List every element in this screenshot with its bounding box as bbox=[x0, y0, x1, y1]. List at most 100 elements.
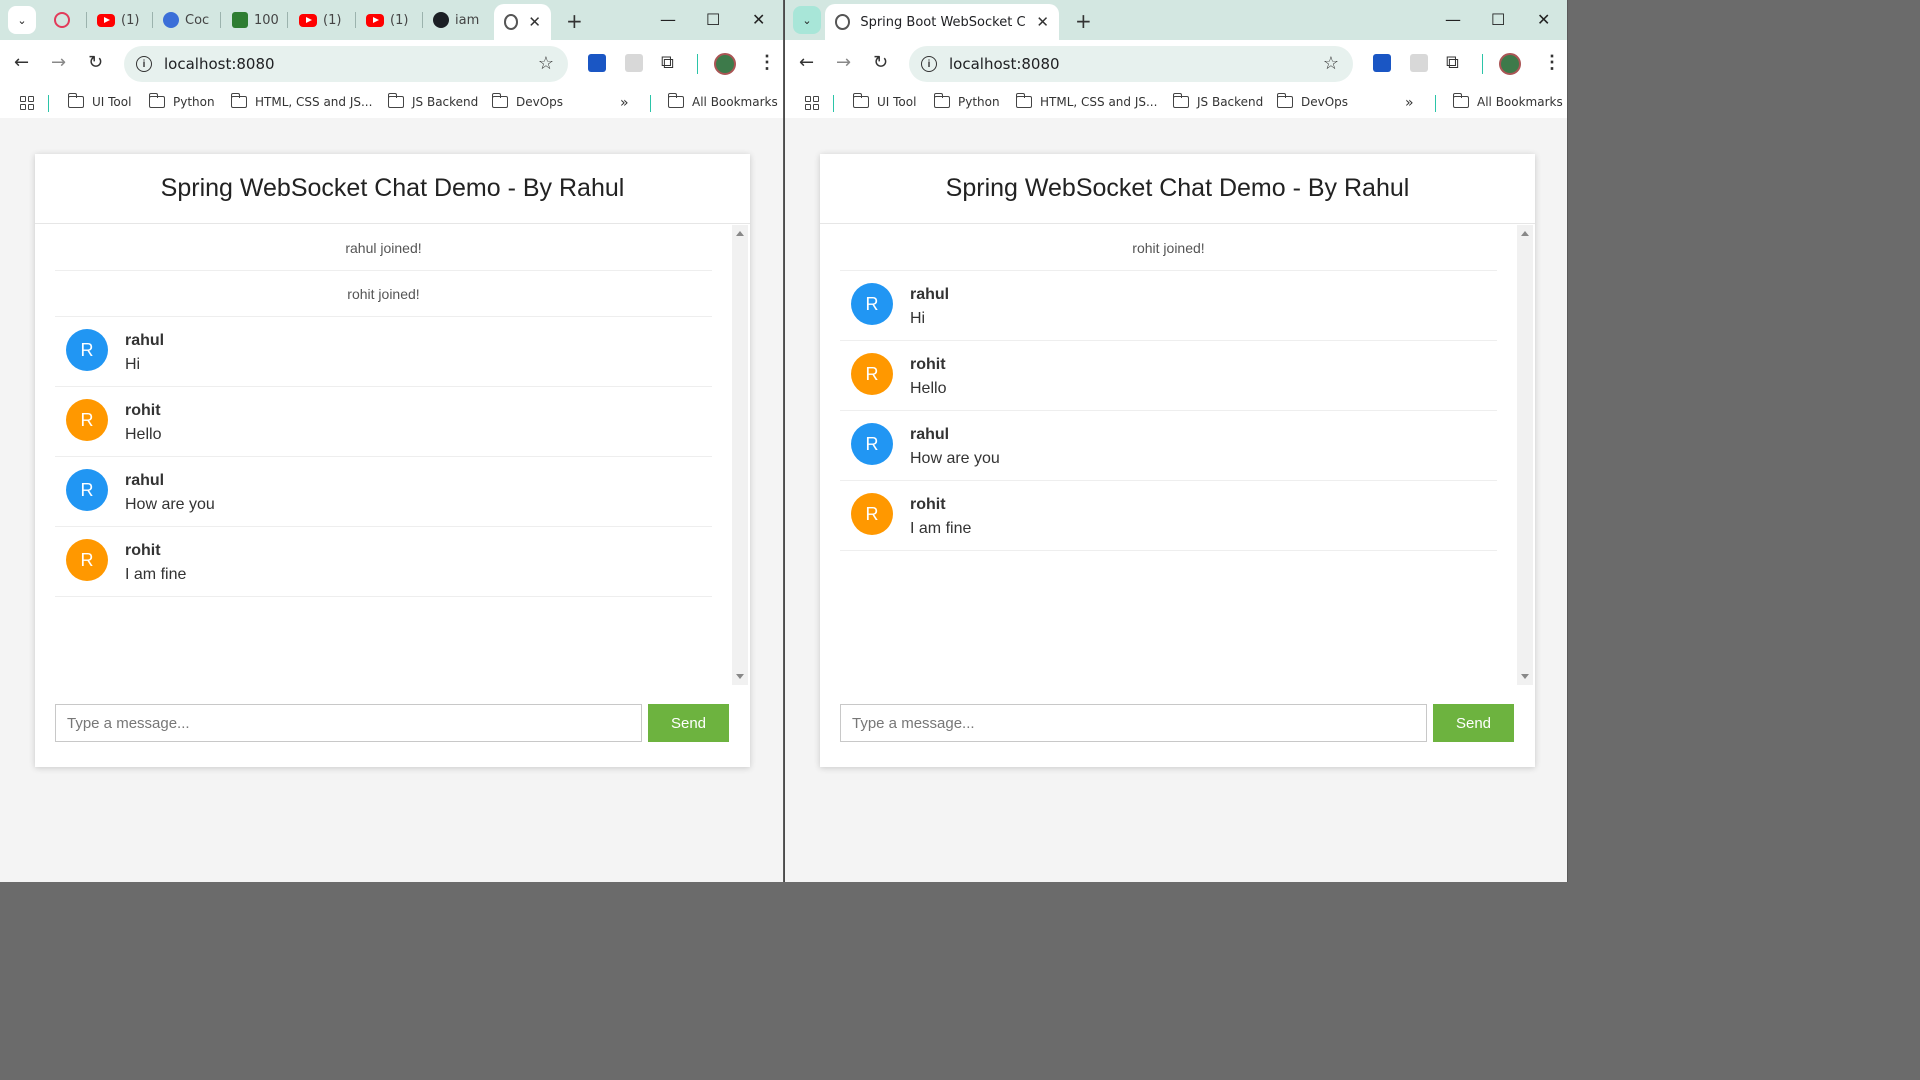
scroll-up-icon[interactable] bbox=[736, 231, 744, 236]
message-text: I am fine bbox=[910, 520, 972, 537]
message-list: rahul joined! rohit joined! R rahul Hi R… bbox=[55, 225, 712, 597]
scroll-down-icon[interactable] bbox=[1521, 674, 1529, 679]
all-bookmarks[interactable]: All Bookmarks bbox=[667, 93, 778, 109]
tab-pinterest[interactable] bbox=[54, 8, 70, 32]
message-input[interactable] bbox=[55, 704, 642, 742]
chat-header: Spring WebSocket Chat Demo - By Rahul bbox=[820, 154, 1535, 224]
maximize-icon[interactable]: ☐ bbox=[706, 10, 720, 29]
message-sender: rahul bbox=[125, 472, 165, 489]
reload-icon[interactable]: ↻ bbox=[873, 52, 888, 73]
profile-avatar[interactable] bbox=[714, 53, 736, 75]
bookmark-folder[interactable]: UI Tool bbox=[67, 93, 132, 109]
site-info-icon[interactable]: i bbox=[921, 56, 937, 72]
back-icon[interactable]: ← bbox=[14, 52, 29, 73]
pinterest-icon bbox=[54, 12, 70, 28]
extensions-puzzle-icon[interactable]: ⧉ bbox=[661, 52, 674, 73]
bookmark-folder[interactable]: UI Tool bbox=[852, 93, 917, 109]
page-viewport: Spring WebSocket Chat Demo - By Rahul ra… bbox=[0, 122, 783, 882]
chat-container: Spring WebSocket Chat Demo - By Rahul ro… bbox=[820, 154, 1535, 767]
scroll-down-icon[interactable] bbox=[736, 674, 744, 679]
tab-youtube-2[interactable]: (1) bbox=[299, 8, 341, 32]
chat-message: R rohit Hello bbox=[840, 341, 1497, 411]
url-text[interactable]: localhost:8080 bbox=[164, 55, 275, 73]
new-tab-icon[interactable]: + bbox=[566, 9, 583, 33]
extension-icon[interactable] bbox=[588, 54, 606, 72]
scrollbar[interactable] bbox=[732, 225, 748, 685]
message-sender: rahul bbox=[910, 286, 950, 303]
tab-copilot[interactable]: Coc bbox=[163, 8, 209, 32]
forward-icon[interactable]: → bbox=[51, 52, 66, 73]
chat-message: R rohit I am fine bbox=[840, 481, 1497, 551]
message-text: Hi bbox=[910, 310, 926, 327]
bookmark-folder[interactable]: Python bbox=[148, 93, 215, 109]
folder-icon bbox=[933, 93, 950, 108]
close-window-icon[interactable]: ✕ bbox=[1537, 10, 1550, 29]
bookmark-folder[interactable]: DevOps bbox=[1276, 93, 1348, 109]
bookmark-folder[interactable]: HTML, CSS and JS... bbox=[1015, 93, 1157, 109]
reload-icon[interactable]: ↻ bbox=[88, 52, 103, 73]
bookmark-label: UI Tool bbox=[92, 95, 132, 109]
message-input[interactable] bbox=[840, 704, 1427, 742]
active-tab[interactable]: Spring Boot WebSocket Chat Ap ✕ bbox=[825, 4, 1059, 40]
close-window-icon[interactable]: ✕ bbox=[752, 10, 765, 29]
bookmark-folder[interactable]: JS Backend bbox=[1172, 93, 1263, 109]
url-text[interactable]: localhost:8080 bbox=[949, 55, 1060, 73]
minimize-icon[interactable]: — bbox=[660, 10, 676, 29]
bookmark-star-icon[interactable]: ☆ bbox=[1323, 53, 1339, 74]
globe-icon bbox=[504, 14, 519, 30]
scrollbar[interactable] bbox=[1517, 225, 1533, 685]
bookmark-folder[interactable]: HTML, CSS and JS... bbox=[230, 93, 372, 109]
extension-icon[interactable] bbox=[1410, 54, 1428, 72]
extension-icon[interactable] bbox=[625, 54, 643, 72]
apps-icon[interactable] bbox=[20, 96, 34, 110]
bookmark-folder[interactable]: DevOps bbox=[491, 93, 563, 109]
bookmark-star-icon[interactable]: ☆ bbox=[538, 53, 554, 74]
address-bar[interactable]: i localhost:8080 ☆ bbox=[124, 46, 568, 82]
extension-icon[interactable] bbox=[1373, 54, 1391, 72]
close-tab-icon[interactable]: ✕ bbox=[528, 13, 541, 31]
menu-icon[interactable]: ⋮ bbox=[758, 52, 776, 73]
maximize-icon[interactable]: ☐ bbox=[1491, 10, 1505, 29]
new-tab-icon[interactable]: + bbox=[1075, 9, 1092, 33]
bookmark-label: UI Tool bbox=[877, 95, 917, 109]
avatar: R bbox=[66, 469, 108, 511]
message-composer: Send bbox=[840, 704, 1514, 742]
send-button[interactable]: Send bbox=[648, 704, 729, 742]
tab-youtube-3[interactable]: (1) bbox=[366, 8, 408, 32]
address-bar[interactable]: i localhost:8080 ☆ bbox=[909, 46, 1353, 82]
more-bookmarks-icon[interactable]: » bbox=[620, 95, 629, 111]
extensions-puzzle-icon[interactable]: ⧉ bbox=[1446, 52, 1459, 73]
minimize-icon[interactable]: — bbox=[1445, 10, 1461, 29]
toolbar: ← → ↻ i localhost:8080 ☆ ⧉ ⋮ bbox=[0, 40, 783, 88]
message-text: Hello bbox=[125, 426, 162, 443]
message-text: Hi bbox=[125, 356, 141, 373]
forward-icon[interactable]: → bbox=[836, 52, 851, 73]
scroll-up-icon[interactable] bbox=[1521, 231, 1529, 236]
active-tab[interactable]: ✕ bbox=[494, 4, 551, 40]
profile-avatar[interactable] bbox=[1499, 53, 1521, 75]
youtube-icon bbox=[366, 13, 384, 27]
all-bookmarks[interactable]: All Bookmarks bbox=[1452, 93, 1563, 109]
site-info-icon[interactable]: i bbox=[136, 56, 152, 72]
tab-youtube-1[interactable]: (1) bbox=[97, 8, 139, 32]
folder-icon bbox=[1172, 93, 1189, 108]
tab-app[interactable]: 100 bbox=[232, 8, 279, 32]
youtube-icon bbox=[299, 13, 317, 27]
chat-message: R rahul Hi bbox=[840, 271, 1497, 341]
app-icon bbox=[232, 12, 248, 28]
close-tab-icon[interactable]: ✕ bbox=[1036, 13, 1049, 31]
tab-search-button[interactable]: ⌄ bbox=[793, 6, 821, 34]
bookmark-folder[interactable]: Python bbox=[933, 93, 1000, 109]
event-message: rohit joined! bbox=[55, 271, 712, 317]
more-bookmarks-icon[interactable]: » bbox=[1405, 95, 1414, 111]
tab-github[interactable]: iam bbox=[433, 8, 479, 32]
browser-window-right: ⌄ Spring Boot WebSocket Chat Ap ✕ + — ☐ … bbox=[784, 0, 1568, 882]
send-button[interactable]: Send bbox=[1433, 704, 1514, 742]
menu-icon[interactable]: ⋮ bbox=[1543, 52, 1561, 73]
back-icon[interactable]: ← bbox=[799, 52, 814, 73]
tab-search-button[interactable]: ⌄ bbox=[8, 6, 36, 34]
apps-icon[interactable] bbox=[805, 96, 819, 110]
youtube-icon bbox=[97, 13, 115, 27]
bookmark-folder[interactable]: JS Backend bbox=[387, 93, 478, 109]
tab-label: iam bbox=[455, 12, 480, 28]
